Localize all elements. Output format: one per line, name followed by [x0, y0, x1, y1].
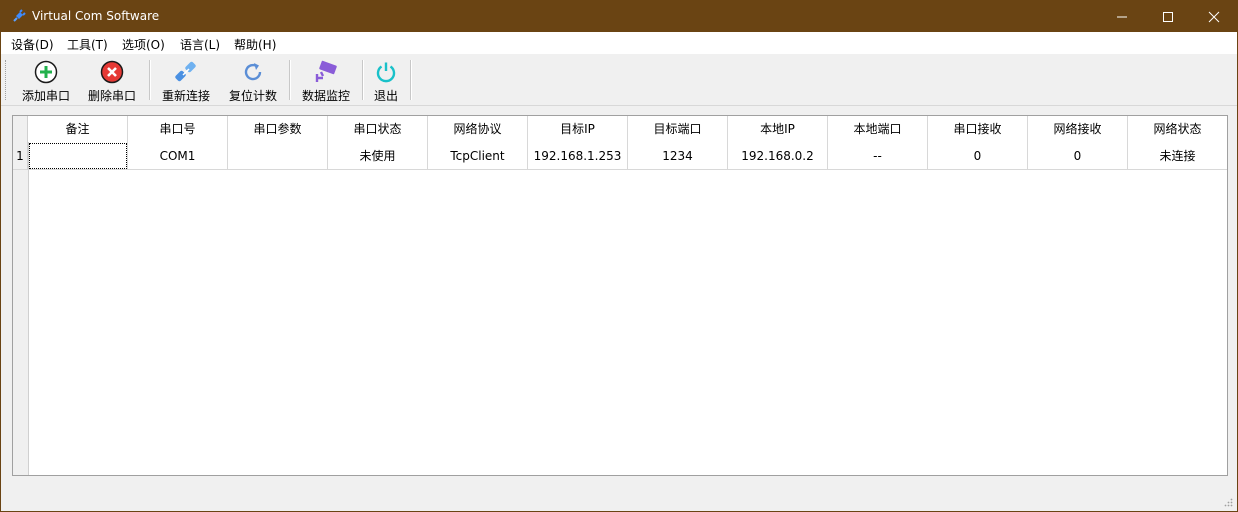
column-header-port-status[interactable]: 串口状态 [328, 116, 428, 142]
minimize-icon [1117, 16, 1127, 18]
menu-tools[interactable]: 工具(T) [67, 36, 108, 53]
data-monitor-button[interactable]: 数据监控 [297, 58, 355, 103]
menu-help[interactable]: 帮助(H) [234, 36, 276, 53]
column-header-port-params[interactable]: 串口参数 [228, 116, 328, 142]
row-header[interactable]: 1 [13, 142, 28, 170]
reset-count-label: 复位计数 [228, 89, 277, 103]
window-title: Virtual Com Software [32, 9, 160, 23]
toolbar-grip[interactable] [5, 60, 8, 100]
column-header-net-status[interactable]: 网络状态 [1128, 116, 1227, 142]
column-header-port[interactable]: 串口号 [128, 116, 228, 142]
reconnect-icon [175, 61, 196, 82]
delete-port-button[interactable]: 删除串口 [83, 58, 141, 103]
app-window: Virtual Com Software 设备(D) 工具(T) 选项(O) 语… [0, 0, 1238, 512]
cell-target-ip[interactable]: 192.168.1.253 [528, 142, 628, 170]
add-circle-icon [34, 60, 58, 84]
camera-monitor-icon [315, 60, 337, 82]
toolbar-separator [362, 60, 364, 100]
toolbar-separator [410, 60, 412, 100]
app-plug-icon [11, 8, 27, 24]
status-bar [1, 491, 1237, 511]
reconnect-label: 重新连接 [161, 89, 210, 103]
reset-count-button[interactable]: 复位计数 [224, 58, 282, 103]
column-header-target-ip[interactable]: 目标IP [528, 116, 628, 142]
toolbar: 添加串口 删除串口 重新连接 复位计数 数据监控 退出 [1, 54, 1237, 106]
column-header-target-port[interactable]: 目标端口 [628, 116, 728, 142]
cell-target-port[interactable]: 1234 [628, 142, 728, 170]
delete-circle-icon [100, 60, 124, 84]
toolbar-separator [149, 60, 151, 100]
cell-serial-recv[interactable]: 0 [928, 142, 1028, 170]
menu-options[interactable]: 选项(O) [122, 36, 165, 53]
column-header-local-ip[interactable]: 本地IP [728, 116, 828, 142]
maximize-button[interactable] [1145, 1, 1191, 32]
add-port-label: 添加串口 [21, 89, 70, 103]
power-icon [376, 62, 396, 83]
resize-grip-icon[interactable] [1223, 497, 1233, 507]
column-header-serial-recv[interactable]: 串口接收 [928, 116, 1028, 142]
column-header-note[interactable]: 备注 [28, 116, 128, 142]
toolbar-separator [289, 60, 291, 100]
reconnect-button[interactable]: 重新连接 [157, 58, 215, 103]
column-header-local-port[interactable]: 本地端口 [828, 116, 928, 142]
close-icon [1208, 11, 1220, 23]
cell-port[interactable]: COM1 [128, 142, 228, 170]
maximize-icon [1163, 12, 1173, 22]
refresh-icon [244, 63, 262, 81]
cell-port-params[interactable] [228, 142, 328, 170]
cell-net-recv[interactable]: 0 [1028, 142, 1128, 170]
title-bar[interactable]: Virtual Com Software [1, 1, 1237, 32]
menu-bar: 设备(D) 工具(T) 选项(O) 语言(L) 帮助(H) [1, 32, 1237, 54]
column-header-net-recv[interactable]: 网络接收 [1028, 116, 1128, 142]
close-button[interactable] [1191, 1, 1237, 32]
menu-device[interactable]: 设备(D) [11, 36, 54, 53]
minimize-button[interactable] [1099, 1, 1145, 32]
menu-language[interactable]: 语言(L) [180, 36, 220, 53]
cell-net-status[interactable]: 未连接 [1128, 142, 1227, 170]
add-port-button[interactable]: 添加串口 [17, 58, 75, 103]
port-table[interactable]: 备注 串口号 串口参数 串口状态 网络协议 目标IP 目标端口 本地IP 本地端… [12, 115, 1228, 476]
delete-port-label: 删除串口 [87, 89, 136, 103]
exit-label: 退出 [373, 89, 398, 103]
column-header-protocol[interactable]: 网络协议 [428, 116, 528, 142]
exit-button[interactable]: 退出 [367, 58, 405, 103]
data-monitor-label: 数据监控 [301, 89, 350, 103]
cell-local-ip[interactable]: 192.168.0.2 [728, 142, 828, 170]
cell-port-status[interactable]: 未使用 [328, 142, 428, 170]
cell-protocol[interactable]: TcpClient [428, 142, 528, 170]
cell-note[interactable] [28, 142, 128, 170]
cell-local-port[interactable]: -- [828, 142, 928, 170]
table-corner[interactable] [13, 116, 28, 142]
